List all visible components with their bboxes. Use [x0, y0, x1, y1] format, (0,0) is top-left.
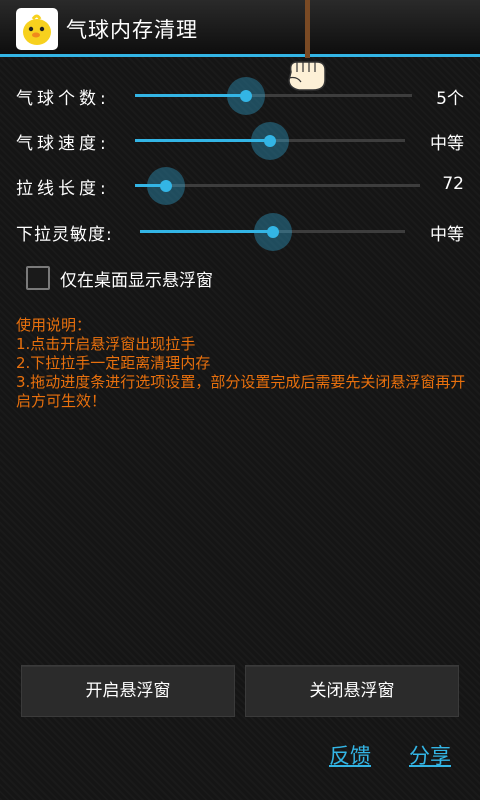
chick-app-icon [16, 8, 58, 50]
rope-length-label: 拉线长度: [16, 179, 110, 199]
balloon-count-thumb[interactable] [226, 77, 265, 115]
balloon-count-label: 气球个数: [16, 89, 110, 109]
instruction-line: 2.下拉拉手一定距离清理内存 [16, 354, 211, 372]
app-title: 气球内存清理 [66, 18, 198, 42]
desktop-only-label[interactable]: 仅在桌面显示悬浮窗 [60, 266, 213, 291]
slider-row-pull-sensitivity: 下拉灵敏度: 中等 [0, 212, 480, 252]
open-float-window-button[interactable]: 开启悬浮窗 [21, 665, 235, 717]
pull-sensitivity-slider[interactable] [140, 213, 405, 251]
balloon-count-value: 5个 [436, 89, 464, 109]
desktop-only-checkbox[interactable] [26, 266, 50, 290]
pull-sensitivity-value: 中等 [430, 225, 464, 245]
balloon-speed-value: 中等 [430, 134, 464, 154]
instruction-line: 3.拖动进度条进行选项设置，部分设置完成后需要先关闭悬浮窗再开启方可生效！ [16, 373, 466, 410]
feedback-link[interactable]: 反馈 [329, 740, 371, 770]
rope-length-slider[interactable] [135, 167, 420, 205]
rope-length-value: 72 [442, 174, 464, 194]
balloon-count-slider[interactable] [135, 77, 412, 115]
pull-sensitivity-thumb[interactable] [253, 213, 292, 251]
slider-row-balloon-count: 气球个数: 5个 [0, 76, 480, 116]
pull-rope[interactable] [305, 0, 310, 58]
pull-sensitivity-fill [140, 230, 273, 233]
balloon-speed-fill [135, 139, 270, 142]
share-link[interactable]: 分享 [409, 740, 451, 770]
balloon-speed-slider[interactable] [135, 122, 405, 160]
balloon-speed-label: 气球速度: [16, 134, 110, 154]
title-bar: 气球内存清理 [0, 0, 480, 57]
instructions-panel: 使用说明： 1.点击开启悬浮窗出现拉手 2.下拉拉手一定距离清理内存 3.拖动进… [16, 316, 472, 411]
instructions-title: 使用说明： [16, 316, 92, 334]
pull-sensitivity-label: 下拉灵敏度: [16, 225, 113, 245]
instruction-line: 1.点击开启悬浮窗出现拉手 [16, 335, 196, 353]
balloon-speed-thumb[interactable] [251, 122, 289, 160]
slider-row-balloon-speed: 气球速度: 中等 [0, 121, 480, 161]
rope-length-thumb[interactable] [147, 167, 186, 205]
close-float-window-button[interactable]: 关闭悬浮窗 [245, 665, 459, 717]
slider-row-rope-length: 拉线长度: 72 [0, 166, 480, 206]
